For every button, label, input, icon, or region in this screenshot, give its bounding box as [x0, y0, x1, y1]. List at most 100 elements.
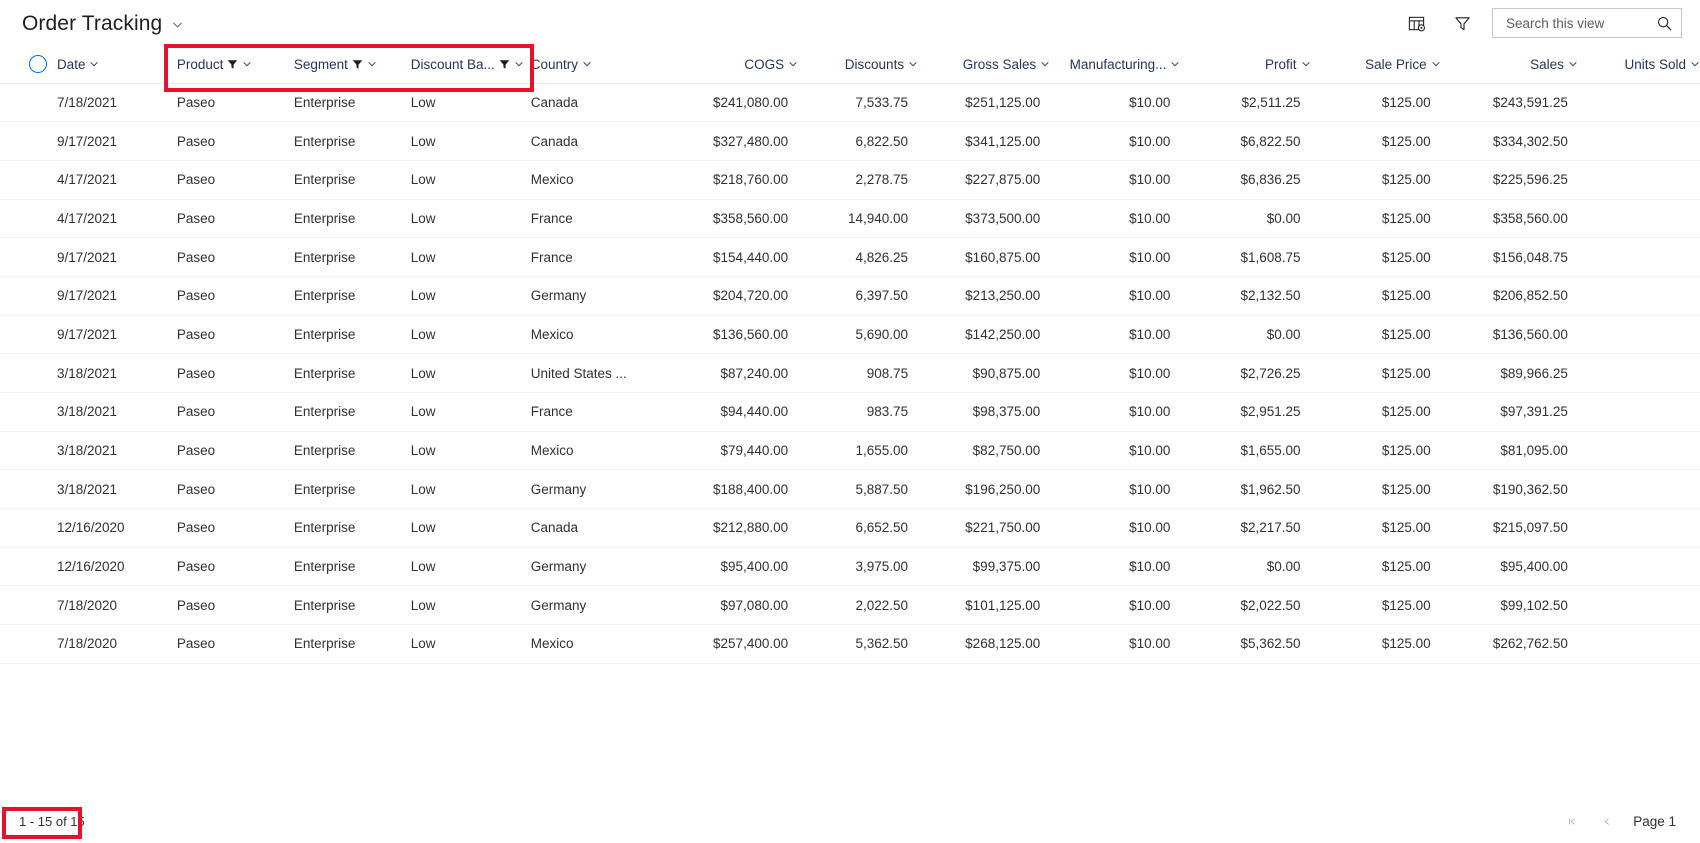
cell-gross_sales: $227,875.00	[965, 172, 1041, 188]
previous-page-icon[interactable]	[1596, 810, 1618, 832]
table-row[interactable]: 7/18/2020 Paseo Enterprise Low Germany $97,08…	[0, 585, 1700, 625]
column-menu-chevron-icon[interactable]	[242, 59, 252, 72]
column-filter-icon[interactable]	[352, 59, 363, 70]
column-header-label: Sales	[1530, 56, 1564, 72]
column-menu-chevron-icon[interactable]	[1301, 59, 1311, 72]
cell-country: Germany	[530, 597, 587, 613]
row-select-cell[interactable]	[0, 547, 57, 586]
column-filter-icon[interactable]	[227, 59, 238, 70]
cell-units_sold	[1578, 315, 1700, 354]
table-row[interactable]: 4/17/2021 Paseo Enterprise Low France $358,56…	[0, 199, 1700, 238]
column-header-cogs[interactable]: COGS	[653, 46, 798, 83]
column-menu-chevron-icon[interactable]	[1431, 59, 1441, 72]
cell-manufacturing: $10.00	[1129, 636, 1171, 652]
cell-discount_band: Low	[410, 365, 436, 381]
cell-discounts: 2,278.75	[855, 172, 909, 188]
cell-manufacturing: $10.00	[1129, 326, 1171, 342]
first-page-icon[interactable]	[1561, 810, 1583, 832]
row-select-cell[interactable]	[0, 199, 57, 238]
row-select-cell[interactable]	[0, 509, 57, 548]
table-row[interactable]: 9/17/2021 Paseo Enterprise Low Canada $327,48…	[0, 121, 1700, 161]
row-select-cell[interactable]	[0, 625, 57, 664]
table-row[interactable]: 9/17/2021 Paseo Enterprise Low France $154,44…	[0, 237, 1700, 277]
cell-profit: $2,132.50	[1240, 288, 1301, 304]
row-select-cell[interactable]	[0, 83, 57, 122]
column-header-units_sold[interactable]: Units Sold	[1578, 46, 1700, 83]
column-header-label: Profit	[1265, 56, 1297, 72]
cell-discounts: 7,533.75	[855, 94, 909, 110]
table-row[interactable]: 9/17/2021 Paseo Enterprise Low Mexico $136,56…	[0, 315, 1700, 354]
row-select-cell[interactable]	[0, 238, 57, 277]
column-header-segment[interactable]: Segment	[294, 46, 411, 83]
chevron-down-icon[interactable]	[171, 18, 184, 33]
view-selector[interactable]: Order Tracking	[22, 13, 184, 34]
column-menu-chevron-icon[interactable]	[1170, 59, 1180, 72]
cell-sale_price: $125.00	[1381, 288, 1431, 304]
select-all-checkbox[interactable]	[29, 55, 47, 74]
column-header-country[interactable]: Country	[531, 46, 653, 83]
search-icon[interactable]	[1656, 15, 1673, 32]
column-menu-chevron-icon[interactable]	[514, 59, 524, 72]
column-header-label: COGS	[744, 56, 785, 72]
row-select-cell[interactable]	[0, 586, 57, 625]
cell-product: Paseo	[176, 365, 216, 381]
cell-gross_sales: $268,125.00	[965, 636, 1041, 652]
row-select-cell[interactable]	[0, 393, 57, 432]
column-menu-chevron-icon[interactable]	[1040, 59, 1050, 72]
column-menu-chevron-icon[interactable]	[582, 59, 592, 72]
cell-sales: $190,362.50	[1492, 481, 1568, 497]
table-row[interactable]: 7/18/2020 Paseo Enterprise Low Mexico $257,40…	[0, 624, 1700, 664]
column-menu-chevron-icon[interactable]	[1568, 59, 1578, 72]
filter-icon[interactable]	[1446, 7, 1478, 39]
row-select-cell[interactable]	[0, 276, 57, 315]
cell-date: 4/17/2021	[56, 210, 117, 226]
table-row[interactable]: 12/16/2020 Paseo Enterprise Low Canada $212,8…	[0, 508, 1700, 548]
row-select-cell[interactable]	[0, 315, 57, 354]
column-menu-chevron-icon[interactable]	[1690, 59, 1700, 72]
cell-sale_price: $125.00	[1381, 133, 1431, 149]
table-row[interactable]: 4/17/2021 Paseo Enterprise Low Mexico $218,76…	[0, 160, 1700, 200]
row-select-cell[interactable]	[0, 160, 57, 199]
cell-discounts: 5,690.00	[855, 326, 909, 342]
cell-segment: Enterprise	[293, 133, 356, 149]
column-header-profit[interactable]: Profit	[1180, 46, 1310, 83]
cell-segment: Enterprise	[293, 481, 356, 497]
column-header-discount_band[interactable]: Discount Ba...	[411, 46, 531, 83]
cell-gross_sales: $82,750.00	[972, 443, 1041, 459]
edit-columns-icon[interactable]	[1400, 7, 1432, 39]
cell-sales: $334,302.50	[1492, 133, 1568, 149]
table-row[interactable]: 3/18/2021 Paseo Enterprise Low United States…	[0, 353, 1700, 393]
cell-sale_price: $125.00	[1381, 597, 1431, 613]
column-menu-chevron-icon[interactable]	[367, 59, 377, 72]
table-row[interactable]: 9/17/2021 Paseo Enterprise Low Germany $204,7…	[0, 276, 1700, 316]
column-header-gross_sales[interactable]: Gross Sales	[918, 46, 1050, 83]
column-header-sale_price[interactable]: Sale Price	[1311, 46, 1441, 83]
table-row[interactable]: 7/18/2021 Paseo Enterprise Low Canada $241,08…	[0, 83, 1700, 122]
column-header-discounts[interactable]: Discounts	[798, 46, 918, 83]
column-header-date[interactable]: Date	[57, 46, 177, 83]
column-header-manufacturing[interactable]: Manufacturing...	[1050, 46, 1180, 83]
cell-profit: $2,217.50	[1240, 520, 1301, 536]
column-filter-icon[interactable]	[499, 59, 510, 70]
row-select-cell[interactable]	[0, 122, 57, 161]
table-row[interactable]: 3/18/2021 Paseo Enterprise Low Mexico $79,440…	[0, 431, 1700, 470]
table-row[interactable]: 3/18/2021 Paseo Enterprise Low Germany $188,4…	[0, 469, 1700, 509]
row-select-cell[interactable]	[0, 354, 57, 393]
table-row[interactable]: 3/18/2021 Paseo Enterprise Low France $94,440…	[0, 392, 1700, 432]
column-menu-chevron-icon[interactable]	[788, 59, 798, 72]
row-select-cell[interactable]	[0, 470, 57, 509]
cell-discounts: 983.75	[866, 404, 909, 420]
table-row[interactable]: 12/16/2020 Paseo Enterprise Low Germany $95,4…	[0, 547, 1700, 586]
command-bar-actions	[1400, 7, 1682, 39]
search-input[interactable]	[1504, 14, 1656, 32]
column-menu-chevron-icon[interactable]	[908, 59, 918, 72]
column-header-sales[interactable]: Sales	[1441, 46, 1578, 83]
column-header-product[interactable]: Product	[177, 46, 294, 83]
search-box[interactable]	[1492, 8, 1682, 38]
cell-discounts: 6,652.50	[855, 520, 909, 536]
cell-sales: $136,560.00	[1492, 326, 1568, 342]
cell-date: 9/17/2021	[56, 249, 117, 265]
row-select-cell[interactable]	[0, 431, 57, 470]
cell-units_sold	[1578, 547, 1700, 586]
column-menu-chevron-icon[interactable]	[89, 59, 99, 72]
